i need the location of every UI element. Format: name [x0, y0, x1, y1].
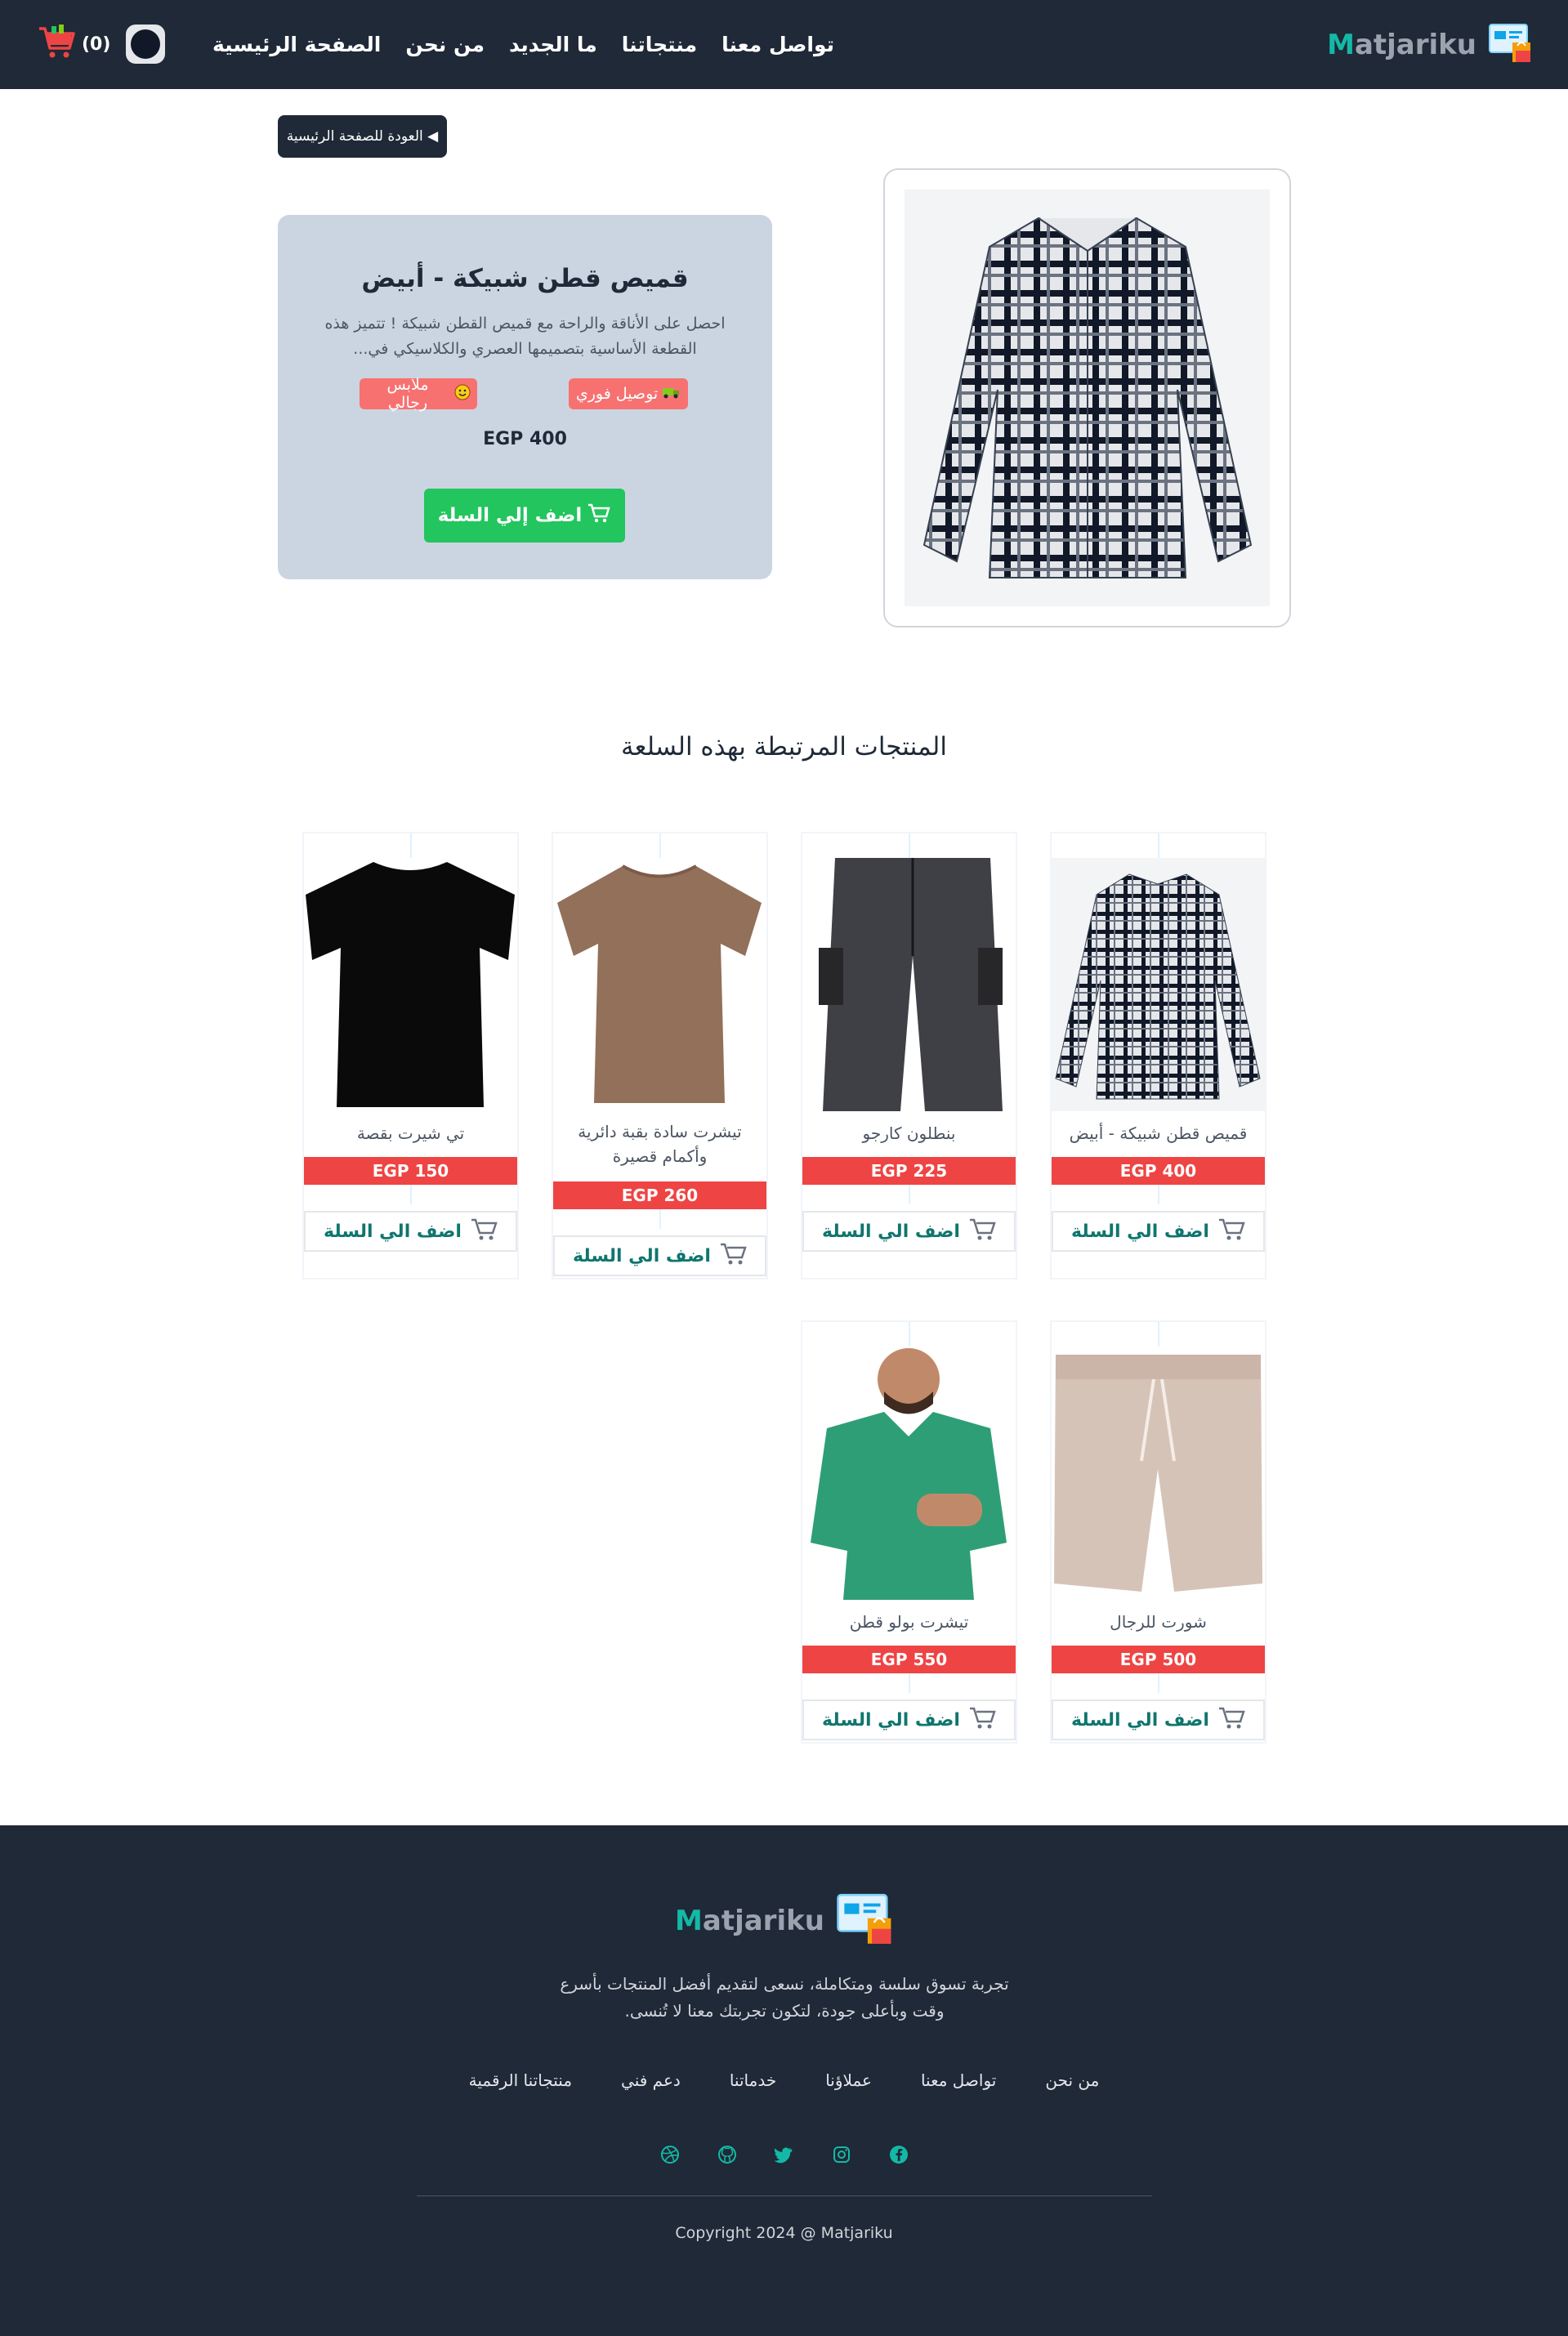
cart-button[interactable]: (0) [36, 21, 110, 67]
shopping-cart-icon [36, 22, 77, 66]
product-image [304, 858, 517, 1111]
product-name: بنطلون كارجو [862, 1123, 956, 1143]
footer-links: من نحن تواصل معنا عملاؤنا خدماتنا دعم فن… [0, 2070, 1568, 2090]
cart-icon [719, 1240, 747, 1271]
product-image [553, 858, 766, 1111]
user-avatar[interactable] [126, 25, 165, 64]
add-to-cart-label: اضف الي السلة [573, 1245, 711, 1266]
shop-logo-icon [836, 1891, 893, 1951]
add-to-cart-button[interactable]: اضف إلي السلة [424, 489, 625, 543]
cart-icon [1217, 1216, 1245, 1247]
cart-icon [968, 1216, 996, 1247]
product-price: EGP 550 [802, 1646, 1016, 1673]
related-product-card[interactable]: تيشرت سادة بقبة دائرية وأكمام قصيرة EGP … [552, 832, 768, 1280]
product-title: قميص قطن شبيكة - أبيض [361, 264, 689, 293]
footer-link-services[interactable]: خدماتنا [730, 2070, 776, 2090]
product-description: احصل على الأناقة والراحة مع قميص القطن ش… [324, 315, 726, 358]
footer-link-support[interactable]: دعم فني [621, 2070, 681, 2090]
add-to-cart-button[interactable]: اضف الي السلة [802, 1700, 1016, 1740]
truck-icon [663, 385, 681, 403]
top-navbar: (0) الصفحة الرئيسية من نحن ما الجديد منت… [0, 0, 1568, 89]
product-name: قميص قطن شبيكة - أبيض [1069, 1123, 1248, 1143]
shop-logo-icon [1488, 21, 1532, 69]
footer-link-about[interactable]: من نحن [1045, 2070, 1099, 2090]
product-name: تيشرت سادة بقبة دائرية وأكمام قصيرة [578, 1122, 742, 1166]
brand-logo[interactable]: Matjariku [1327, 21, 1532, 69]
plaid-shirt-image [922, 217, 1252, 578]
nav-links: الصفحة الرئيسية من نحن ما الجديد منتجاتن… [212, 0, 834, 89]
related-product-card[interactable]: تي شيرت بقصة EGP 150 اضف الي السلة [302, 832, 519, 1280]
add-to-cart-button[interactable]: اضف الي السلة [802, 1211, 1016, 1252]
product-name: تيشرت بولو قطن [849, 1612, 969, 1632]
add-to-cart-button[interactable]: اضف الي السلة [1052, 1211, 1265, 1252]
product-image [802, 858, 1016, 1111]
product-price: EGP 225 [802, 1157, 1016, 1185]
nav-link-new[interactable]: ما الجديد [509, 33, 597, 56]
footer-brand[interactable]: Matjariku [0, 1891, 1568, 1951]
cart-icon [587, 501, 611, 530]
footer-brand-name: Matjariku [675, 1905, 824, 1937]
related-product-card[interactable]: بنطلون كارجو EGP 225 اضف الي السلة [801, 832, 1017, 1280]
avatar-image [131, 29, 160, 59]
cart-icon [1217, 1704, 1245, 1735]
category-badge: ملابس رجالي [360, 376, 477, 412]
product-price: EGP 150 [304, 1157, 517, 1185]
category-badge-label: ملابس رجالي [386, 376, 429, 412]
nav-link-contact[interactable]: تواصل معنا [721, 33, 834, 56]
related-product-card[interactable]: تيشرت بولو قطن EGP 550 اضف الي السلة [801, 1320, 1017, 1744]
social-links [0, 2144, 1568, 2165]
product-name: شورت للرجال [1110, 1612, 1207, 1632]
related-products-title: المنتجات المرتبطة بهذه السلعة [621, 732, 947, 762]
add-to-cart-button[interactable]: اضف الي السلة [553, 1235, 766, 1276]
product-price: EGP 260 [553, 1181, 766, 1209]
github-icon[interactable] [717, 2144, 738, 2165]
footer-divider [417, 2195, 1152, 2196]
brand-name: Matjariku [1327, 29, 1476, 61]
add-to-cart-button[interactable]: اضف الي السلة [1052, 1700, 1265, 1740]
cart-count: (0) [82, 33, 111, 55]
add-to-cart-label: اضف إلي السلة [437, 505, 583, 526]
cart-icon [968, 1704, 996, 1735]
instagram-icon[interactable] [831, 2144, 852, 2165]
add-to-cart-label: اضف الي السلة [1071, 1709, 1209, 1731]
product-price: EGP 500 [1052, 1646, 1265, 1673]
nav-link-products[interactable]: منتجاتنا [622, 33, 697, 56]
cart-icon [470, 1216, 498, 1247]
product-price: EGP 400 [483, 429, 567, 449]
add-to-cart-button[interactable]: اضف الي السلة [304, 1211, 517, 1252]
related-product-card[interactable]: شورت للرجال EGP 500 اضف الي السلة [1050, 1320, 1266, 1744]
add-to-cart-label: اضف الي السلة [822, 1221, 960, 1242]
delivery-badge: توصيل فوري [569, 378, 688, 409]
footer-link-contact[interactable]: تواصل معنا [921, 2070, 996, 2090]
back-to-home-button[interactable]: العودة للصفحة الرئيسية ◀ [278, 115, 447, 158]
product-image [802, 1347, 1016, 1600]
facebook-icon[interactable] [888, 2144, 909, 2165]
product-image [1052, 858, 1265, 1111]
page-footer: Matjariku تجربة تسوق سلسة ومتكاملة، نسعى… [0, 1825, 1568, 2336]
smiley-icon [454, 384, 471, 404]
nav-link-about[interactable]: من نحن [405, 33, 485, 56]
footer-link-clients[interactable]: عملاؤنا [825, 2070, 872, 2090]
footer-description: تجربة تسوق سلسة ومتكاملة، نسعى لتقديم أف… [560, 1974, 1009, 2021]
add-to-cart-label: اضف الي السلة [1071, 1221, 1209, 1242]
product-image [1052, 1347, 1265, 1600]
footer-link-digital-products[interactable]: منتجاتنا الرقمية [469, 2070, 572, 2090]
delivery-badge-label: توصيل فوري [575, 385, 659, 403]
related-product-card[interactable]: قميص قطن شبيكة - أبيض EGP 400 اضف الي ال… [1050, 832, 1266, 1280]
add-to-cart-label: اضف الي السلة [324, 1221, 462, 1242]
add-to-cart-label: اضف الي السلة [822, 1709, 960, 1731]
product-price: EGP 400 [1052, 1157, 1265, 1185]
product-info-card: قميص قطن شبيكة - أبيض احصل على الأناقة و… [278, 215, 772, 579]
nav-link-home[interactable]: الصفحة الرئيسية [212, 33, 381, 56]
dribbble-icon[interactable] [659, 2144, 681, 2165]
twitter-icon[interactable] [774, 2144, 795, 2165]
product-main-image [883, 168, 1291, 628]
product-name: تي شيرت بقصة [356, 1123, 465, 1143]
footer-copyright: Copyright 2024 @ Matjariku [675, 2224, 893, 2242]
